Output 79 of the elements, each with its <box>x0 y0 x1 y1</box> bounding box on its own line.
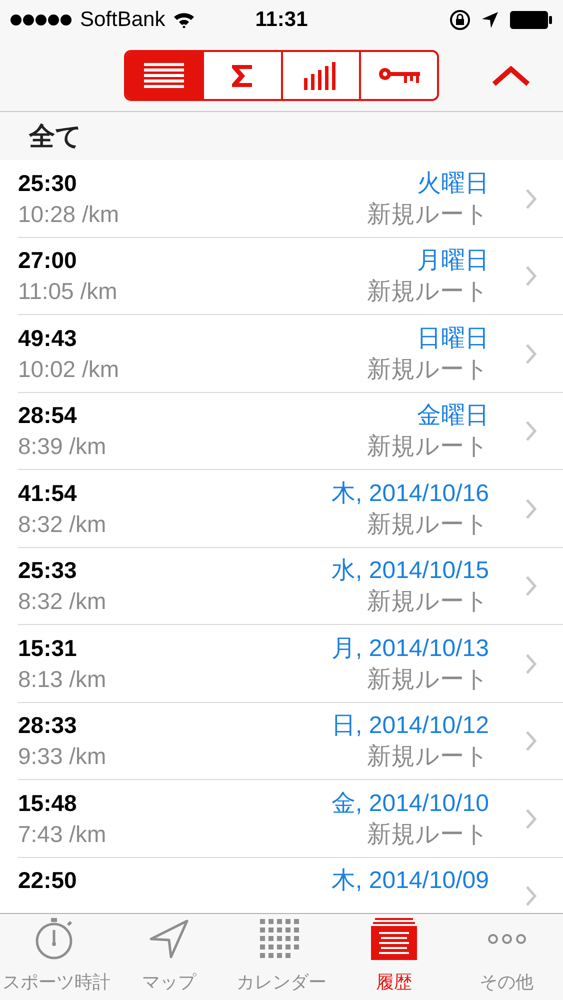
chevron-right-icon <box>525 808 537 830</box>
list-icon <box>144 62 184 88</box>
chevron-right-icon <box>525 188 537 210</box>
chevron-right-icon <box>525 498 537 520</box>
route-name: 新規ルート <box>367 587 489 618</box>
run-duration: 49:43 <box>18 324 78 353</box>
route-name: 新規ルート <box>367 820 489 850</box>
run-duration: 27:00 <box>18 246 78 276</box>
route-name: 新規ルート <box>367 354 489 385</box>
run-pace: 11:05 /km <box>18 277 118 306</box>
chevron-right-icon <box>525 730 537 752</box>
more-icon <box>486 932 527 944</box>
bar-chart-icon <box>304 62 338 90</box>
chevron-right-icon <box>525 885 537 908</box>
chevron-right-icon <box>525 265 537 288</box>
location-icon <box>481 11 499 29</box>
run-pace: 10:02 /km <box>18 354 120 384</box>
run-row[interactable]: 28:54 8:39 /km 金曜日 新規ルート <box>0 392 563 470</box>
route-name: 新規ルート <box>367 664 489 695</box>
run-row[interactable]: 41:54 8:32 /km 木, 2014/10/16 新規ルート <box>0 470 563 548</box>
run-date: 火曜日 <box>417 168 489 199</box>
signal-icon <box>10 14 72 26</box>
run-pace: 10:28 /km <box>18 200 120 229</box>
run-date: 金, 2014/10/10 <box>332 788 489 819</box>
run-date: 水, 2014/10/15 <box>332 556 489 586</box>
run-duration: 25:30 <box>18 168 78 198</box>
bars-segment[interactable] <box>280 52 359 99</box>
run-pace: 8:13 /km <box>18 664 108 694</box>
chevron-up-icon <box>492 66 530 86</box>
chevron-right-icon <box>525 575 537 598</box>
key-segment[interactable] <box>358 52 437 99</box>
chevron-right-icon <box>525 420 537 442</box>
run-date: 木, 2014/10/09 <box>332 866 489 896</box>
run-pace: 7:43 /km <box>18 820 108 849</box>
route-name: 新規ルート <box>367 432 489 462</box>
route-name: 新規ルート <box>367 742 489 772</box>
run-date: 金曜日 <box>417 401 489 432</box>
route-name: 新規ルート <box>367 510 489 540</box>
status-time: 11:31 <box>255 7 308 34</box>
run-duration: 15:31 <box>18 634 78 663</box>
battery-icon <box>509 10 553 30</box>
run-duration: 41:54 <box>18 478 78 508</box>
run-row[interactable]: 15:48 7:43 /km 金, 2014/10/10 新規ルート <box>0 780 563 858</box>
run-date: 月, 2014/10/13 <box>332 634 489 664</box>
run-duration: 28:33 <box>18 711 78 740</box>
tab-bar-item[interactable]: 履歴 <box>338 914 450 1000</box>
run-row[interactable]: 15:31 8:13 /km 月, 2014/10/13 新規ルート <box>0 625 563 702</box>
carrier-name: SoftBank <box>80 7 166 34</box>
run-date: 月曜日 <box>417 246 489 276</box>
run-duration: 25:33 <box>18 556 78 586</box>
key-icon <box>378 66 420 84</box>
run-duration: 15:48 <box>18 788 78 818</box>
run-row[interactable]: 28:33 9:33 /km 日, 2014/10/12 新規ルート <box>0 702 563 780</box>
navigation-arrow-icon <box>148 918 189 958</box>
run-pace: 8:32 /km <box>18 510 108 539</box>
list-segment[interactable] <box>126 52 202 99</box>
run-date: 日曜日 <box>417 324 489 354</box>
rotation-lock-icon <box>449 9 471 31</box>
route-name: 新規ルート <box>367 277 489 308</box>
run-pace: 8:32 /km <box>18 587 108 616</box>
history-list-icon <box>371 918 418 960</box>
route-name: 新規ルート <box>367 200 489 230</box>
run-row[interactable]: 25:33 8:32 /km 水, 2014/10/15 新規ルート <box>0 548 563 625</box>
run-row[interactable]: 25:30 10:28 /km 火曜日 新規ルート <box>0 160 563 238</box>
chevron-right-icon <box>525 342 537 365</box>
run-row[interactable]: 27:00 11:05 /km 月曜日 新規ルート <box>0 238 563 315</box>
run-row[interactable]: 49:43 10:02 /km 日曜日 新規ルート <box>0 315 563 392</box>
run-pace: 8:39 /km <box>18 432 108 462</box>
sigma-icon <box>230 62 254 88</box>
chevron-right-icon <box>525 652 537 675</box>
sum-segment[interactable] <box>202 52 280 99</box>
wifi-icon <box>173 12 196 28</box>
section-header: 全て <box>29 120 82 152</box>
run-duration: 28:54 <box>18 401 78 430</box>
run-date: 日, 2014/10/12 <box>332 711 489 742</box>
run-pace: 9:33 /km <box>18 742 108 772</box>
run-row[interactable]: 22:50 木, 2014/10/09 <box>0 858 563 913</box>
run-duration: 22:50 <box>18 866 78 896</box>
run-date: 木, 2014/10/16 <box>332 478 489 509</box>
